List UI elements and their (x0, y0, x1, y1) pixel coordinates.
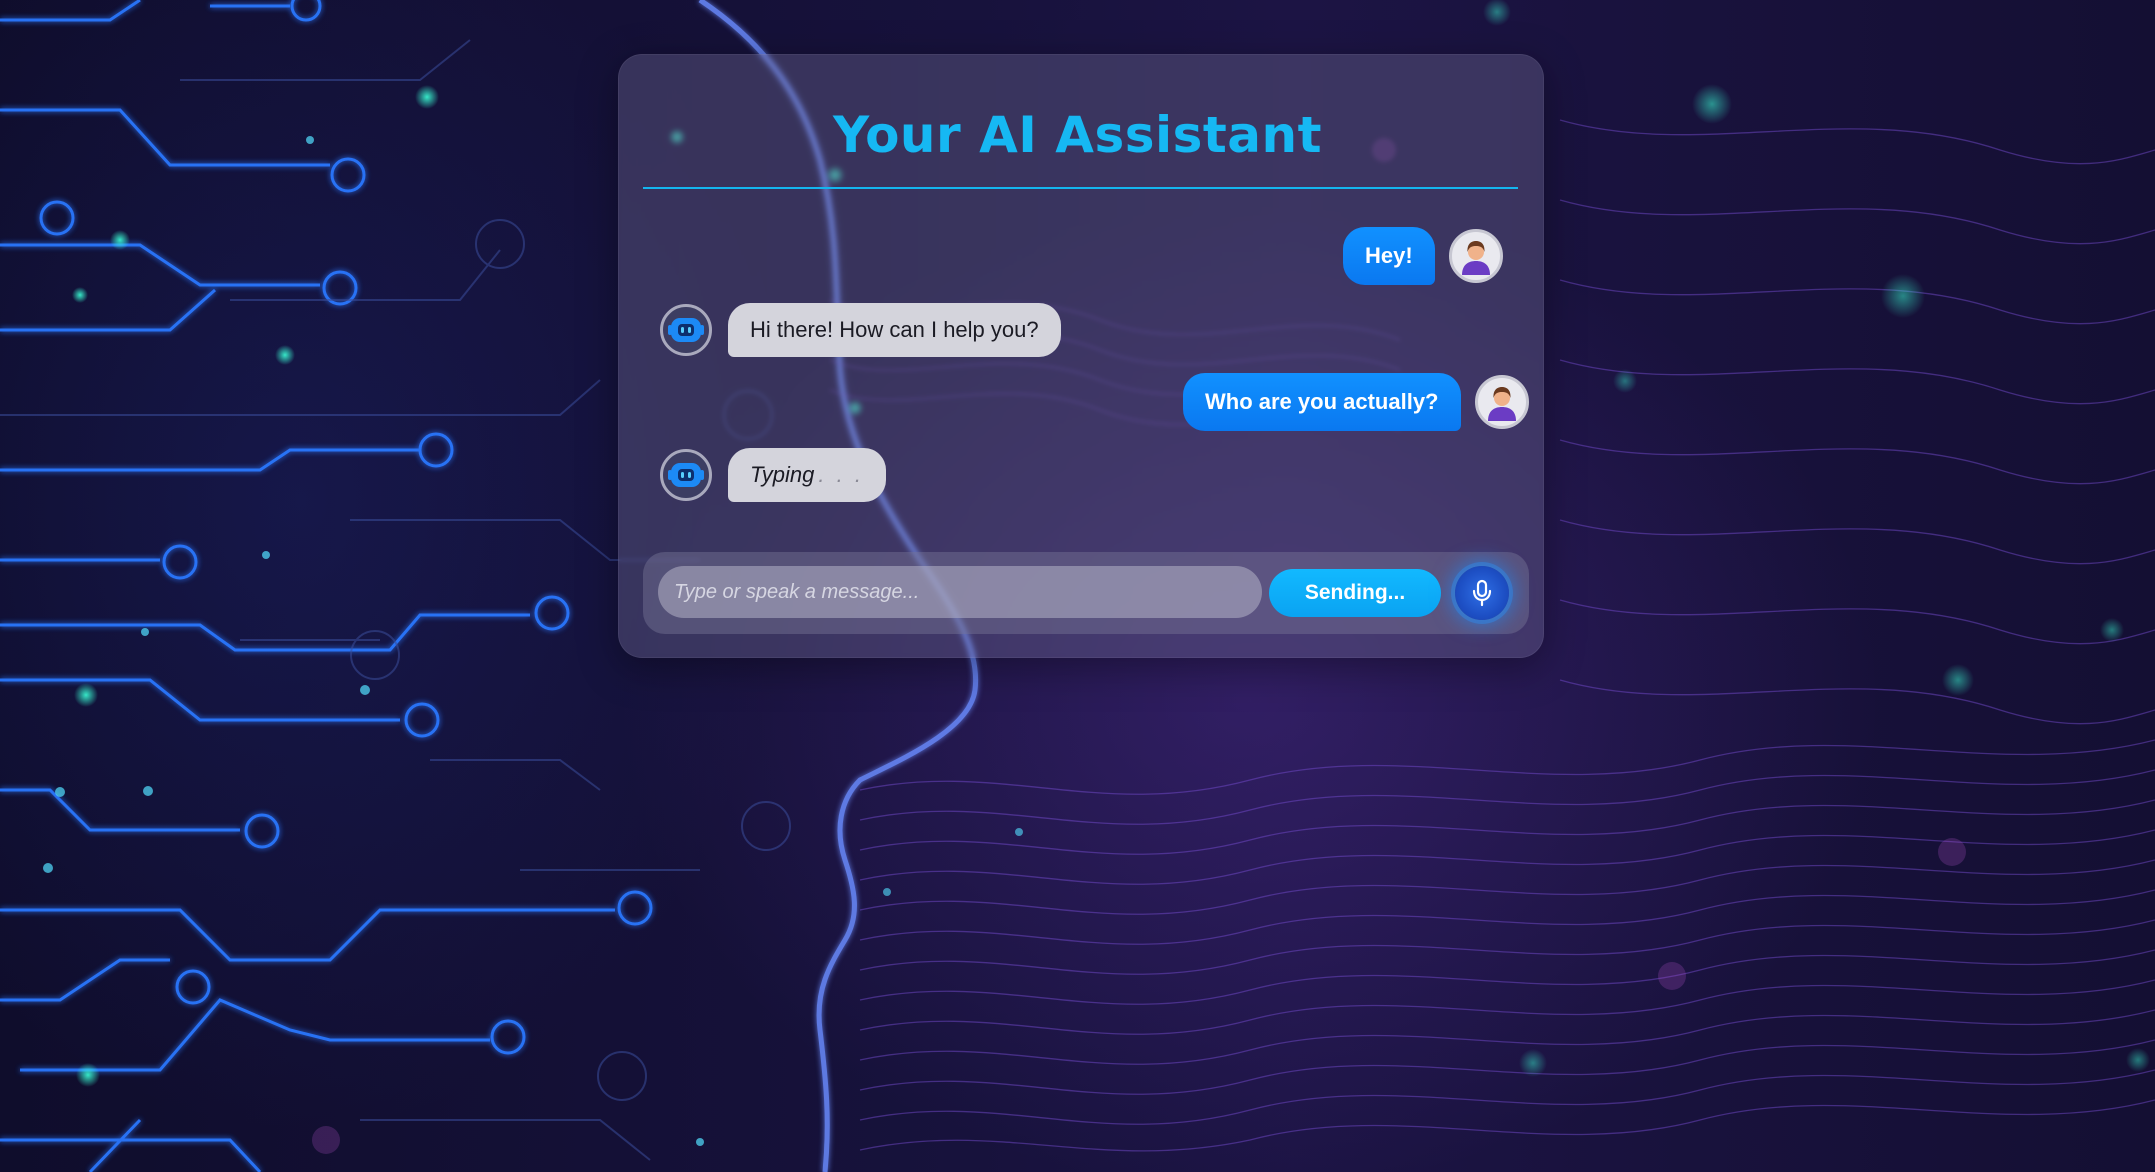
typing-dots: . . . (818, 462, 864, 487)
circuit-lines (0, 0, 653, 1172)
typing-label: Typing (750, 462, 815, 487)
typing-indicator-bubble: Typing. . . (728, 448, 886, 502)
microphone-button[interactable] (1455, 566, 1509, 620)
app-background: Your AI Assistant Hey! Hi there! How can… (0, 0, 2155, 1172)
title-divider (643, 187, 1518, 189)
robot-icon (660, 449, 712, 501)
message-row-user: Hey! (1343, 227, 1503, 285)
user-message-bubble: Hey! (1343, 227, 1435, 285)
bot-message-bubble: Hi there! How can I help you? (728, 303, 1061, 357)
robot-icon (660, 304, 712, 356)
message-row-user: Who are you actually? (1183, 373, 1529, 431)
microphone-icon (1471, 579, 1493, 607)
user-avatar-icon (1448, 229, 1503, 283)
send-button[interactable]: Sending... (1269, 569, 1441, 617)
message-input[interactable] (658, 566, 1262, 618)
page-title: Your AI Assistant (832, 106, 1323, 164)
message-row-bot: Hi there! How can I help you? (660, 303, 1061, 357)
message-row-bot: Typing. . . (660, 448, 886, 502)
user-message-bubble: Who are you actually? (1183, 373, 1461, 431)
user-avatar-icon (1474, 375, 1529, 429)
